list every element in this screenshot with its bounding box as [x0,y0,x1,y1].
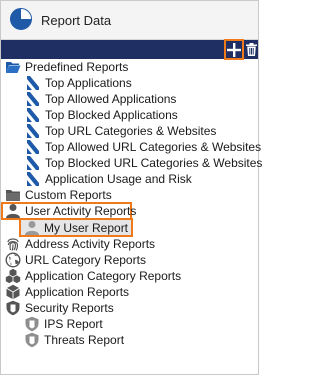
tree-node-label: Address Activity Reports [25,237,156,251]
report-icon [27,92,39,106]
tree-node-label: Application Category Reports [25,269,182,283]
tree-node-label: Application Reports [25,285,130,299]
report-icon [27,108,39,122]
tree-item-label: IPS Report [44,317,103,331]
report-icon [27,172,39,186]
folder-icon [6,190,20,201]
tree-item-top-blocked-applications[interactable]: Top Blocked Applications [25,107,178,123]
tree-item-label: Threats Report [44,333,125,347]
tree-item-ips-report[interactable]: IPS Report [24,316,103,332]
user-icon [6,204,20,218]
tree-item-label: Application Usage and Risk [45,172,192,186]
panel-title: Report Data [41,13,112,28]
shield-icon [6,300,20,316]
tree-node-address-activity-reports[interactable]: Address Activity Reports [5,236,155,252]
tree-item-label: Top URL Categories & Websites [45,124,217,138]
tree-item-label: Top Allowed URL Categories & Websites [45,140,262,154]
shield-report-icon [25,332,39,348]
cube-icon [6,284,20,300]
shield-report-icon [25,316,39,332]
add-report-button[interactable] [224,39,244,60]
tree-item-label: Top Allowed Applications [45,92,177,106]
panel-header: Report Data [1,1,258,40]
report-icon [27,140,39,154]
tree-node-label: Custom Reports [25,188,112,202]
tree-item-top-applications[interactable]: Top Applications [25,75,132,91]
tree-node-label: Security Reports [25,301,114,315]
plus-icon [227,42,241,57]
report-icon [27,124,39,138]
tree-item-top-allowed-applications[interactable]: Top Allowed Applications [25,91,176,107]
report-data-panel: Report Data Predefined Reports Top Appli… [0,0,262,375]
user-report-icon [25,221,39,235]
tree-node-user-activity-reports[interactable]: User Activity Reports [5,203,136,219]
folder-open-icon [6,62,21,73]
tree-item-label: Top Blocked Applications [45,108,178,122]
delete-report-button[interactable] [245,40,258,59]
fingerprint-icon [7,238,19,251]
tree-item-threats-report[interactable]: Threats Report [24,332,124,348]
tree-node-label: User Activity Reports [25,204,137,218]
globe-icon [5,252,21,268]
tree-item-top-blocked-url-categories[interactable]: Top Blocked URL Categories & Websites [25,155,262,171]
tree-node-security-reports[interactable]: Security Reports [5,300,114,316]
trash-icon [246,43,257,56]
tree-node-application-reports[interactable]: Application Reports [5,284,129,300]
cubes-icon [5,268,21,284]
tree-item-application-usage-risk[interactable]: Application Usage and Risk [25,171,192,187]
tree-item-label: Top Applications [45,76,132,90]
tree-item-top-url-categories[interactable]: Top URL Categories & Websites [25,123,216,139]
tree-node-label: URL Category Reports [25,253,146,267]
tree-item-label: My User Report [44,221,129,235]
tree-node-predefined-reports[interactable]: Predefined Reports [5,59,128,75]
tree-item-label: Top Blocked URL Categories & Websites [45,156,263,170]
tree-item-my-user-report[interactable]: My User Report [24,220,128,236]
tree-node-custom-reports[interactable]: Custom Reports [5,187,112,203]
tree-node-application-category-reports[interactable]: Application Category Reports [5,268,181,284]
tree-node-url-category-reports[interactable]: URL Category Reports [5,252,146,268]
report-icon [27,156,39,170]
report-icon [27,76,39,90]
pie-chart-icon [10,8,32,30]
tree-item-top-allowed-url-categories[interactable]: Top Allowed URL Categories & Websites [25,139,261,155]
tree-node-label: Predefined Reports [25,60,129,74]
report-toolbar [1,39,258,60]
